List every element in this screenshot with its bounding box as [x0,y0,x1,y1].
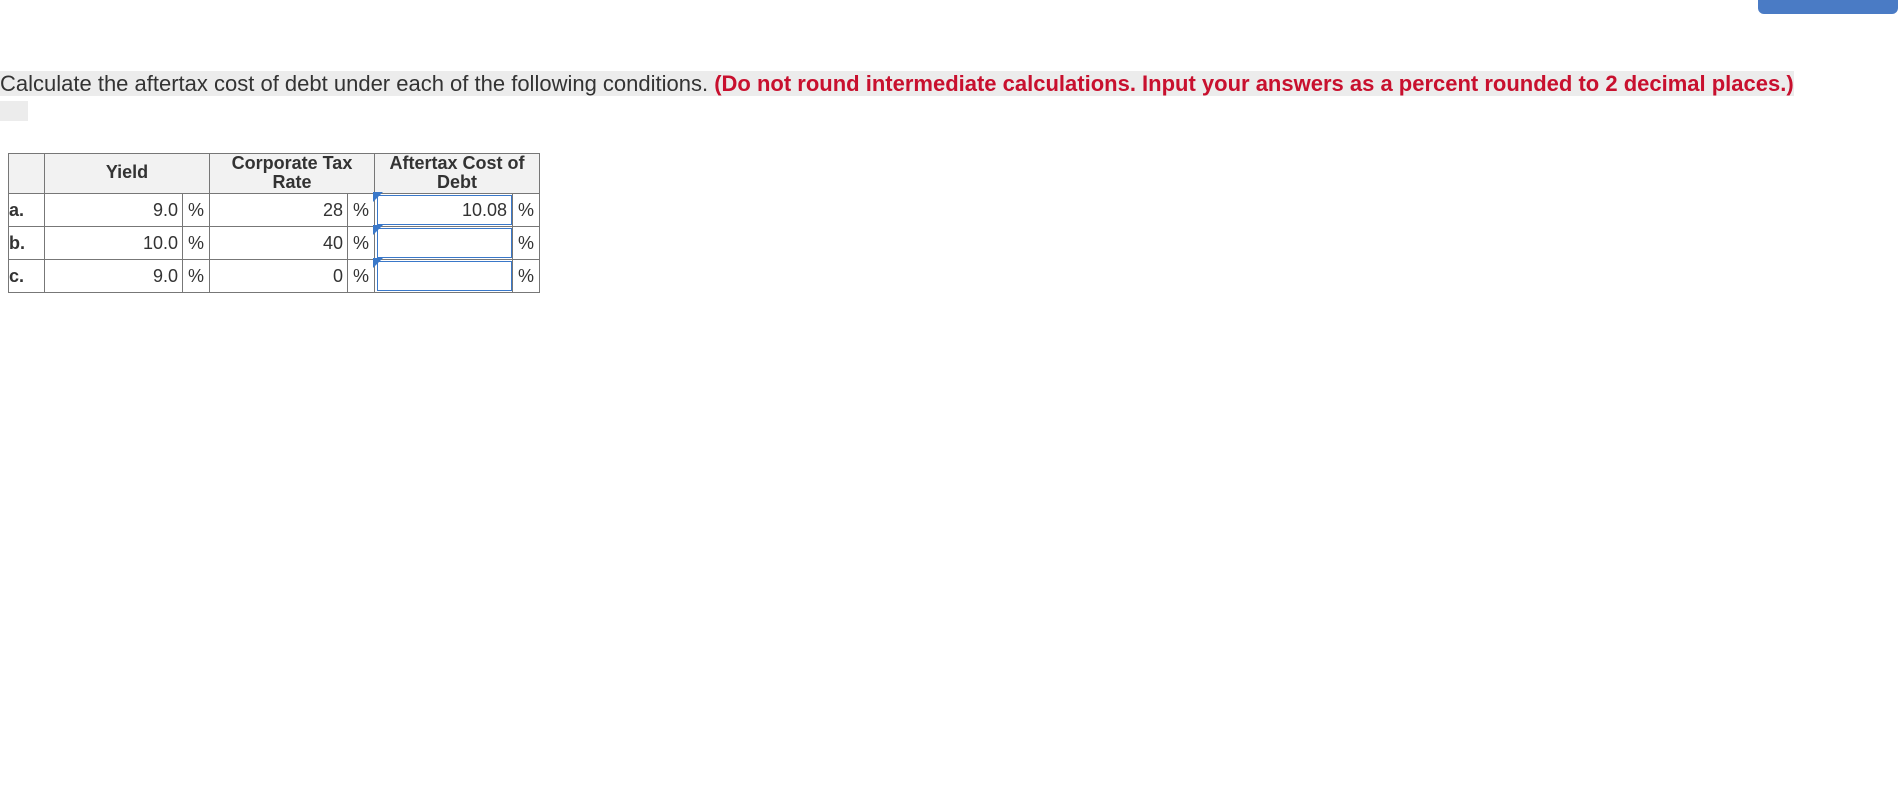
yield-cell-a: 9.0 % [45,194,210,227]
top-accent-bar [1758,0,1898,14]
yield-cell-b: 10.0 % [45,227,210,260]
cost-unit-c: % [512,260,539,292]
table-row: c. 9.0 % 0 % % [9,260,540,293]
yield-value-c: 9.0 [45,260,183,292]
leftover-highlight [0,101,28,121]
header-tax: Corporate Tax Rate [210,153,375,194]
yield-value-b: 10.0 [45,227,183,259]
yield-value-a: 9.0 [45,194,183,226]
header-corner [9,153,45,194]
cost-input-b[interactable] [377,228,512,258]
table-header-row: Yield Corporate Tax Rate Aftertax Cost o… [9,153,540,194]
cost-input-a[interactable]: 10.08 [377,195,512,225]
table-row: a. 9.0 % 28 % 10.08 % [9,194,540,227]
cost-cell-a: 10.08 % [375,194,540,227]
tax-cell-c: 0 % [210,260,375,293]
cost-unit-b: % [512,227,539,259]
row-label-c: c. [9,260,45,293]
tax-unit-b: % [348,227,374,259]
tax-cell-b: 40 % [210,227,375,260]
aftertax-table: Yield Corporate Tax Rate Aftertax Cost o… [8,153,540,294]
question-instruction: (Do not round intermediate calculations.… [714,71,1793,96]
question-main: Calculate the aftertax cost of debt unde… [0,71,714,96]
row-label-b: b. [9,227,45,260]
cost-cell-b: % [375,227,540,260]
tax-value-a: 28 [210,194,348,226]
cost-cell-c: % [375,260,540,293]
input-indicator-icon [373,225,383,235]
input-indicator-icon [373,192,383,202]
question-text: Calculate the aftertax cost of debt unde… [0,70,1898,121]
cost-input-c[interactable] [377,261,512,291]
yield-unit-a: % [183,194,209,226]
yield-cell-c: 9.0 % [45,260,210,293]
cost-value-a: 10.08 [462,200,507,221]
header-yield: Yield [45,153,210,194]
row-label-a: a. [9,194,45,227]
header-cost: Aftertax Cost of Debt [375,153,540,194]
tax-value-c: 0 [210,260,348,292]
input-indicator-icon [373,258,383,268]
tax-value-b: 40 [210,227,348,259]
cost-unit-a: % [512,194,539,226]
tax-unit-c: % [348,260,374,292]
tax-unit-a: % [348,194,374,226]
yield-unit-b: % [183,227,209,259]
table-row: b. 10.0 % 40 % % [9,227,540,260]
tax-cell-a: 28 % [210,194,375,227]
yield-unit-c: % [183,260,209,292]
